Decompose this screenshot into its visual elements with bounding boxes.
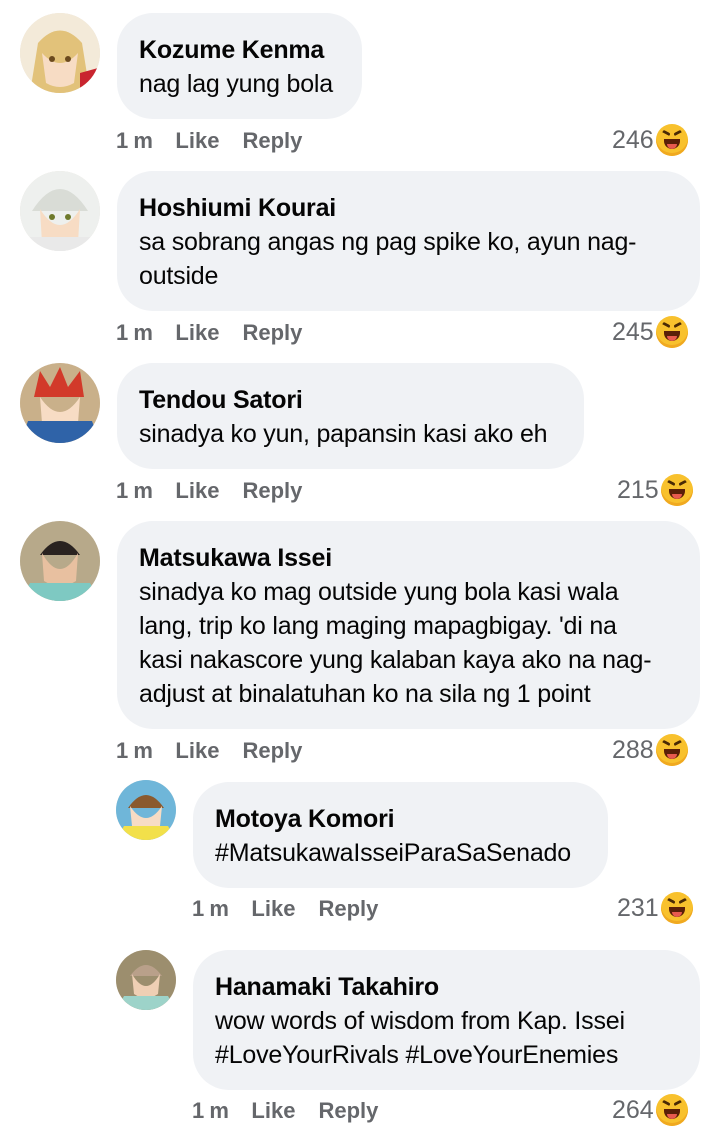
like-button[interactable]: Like [251, 1098, 295, 1124]
commenter-name[interactable]: Kozume Kenma [139, 33, 340, 67]
comment-actions: 1 m Like Reply [116, 738, 302, 764]
avatar[interactable] [116, 780, 176, 840]
reaction-count[interactable]: 288 [612, 734, 688, 766]
comment-actions: 1 m Like Reply [116, 128, 302, 154]
comment-text: adjust at binalatuhan ko na sila ng 1 po… [139, 680, 591, 708]
timestamp[interactable]: 1 m [116, 320, 153, 346]
avatar[interactable] [20, 363, 100, 443]
like-button[interactable]: Like [175, 128, 219, 154]
reply-button[interactable]: Reply [242, 128, 302, 154]
comment-text: nag lag yung bola [139, 70, 333, 98]
reaction-count[interactable]: 245 [612, 316, 688, 348]
reaction-count[interactable]: 264 [612, 1094, 688, 1126]
like-button[interactable]: Like [251, 896, 295, 922]
like-button[interactable]: Like [175, 320, 219, 346]
reply-bubble: Motoya Komori #MatsukawaIsseiParaSaSenad… [193, 782, 608, 888]
comment-bubble: Kozume Kenma nag lag yung bola [117, 13, 362, 119]
avatar[interactable] [20, 171, 100, 251]
timestamp[interactable]: 1 m [116, 478, 153, 504]
comment-actions: 1 m Like Reply [116, 478, 302, 504]
commenter-name[interactable]: Tendou Satori [139, 383, 562, 417]
commenter-name[interactable]: Motoya Komori [215, 802, 586, 836]
reaction-number: 288 [612, 735, 654, 764]
reply-button[interactable]: Reply [242, 320, 302, 346]
haha-emoji-icon [655, 1094, 688, 1126]
commenter-name[interactable]: Hanamaki Takahiro [215, 970, 678, 1004]
reaction-number: 215 [617, 475, 659, 504]
comment-text: sinadya ko yun, papansin kasi ako eh [139, 420, 548, 448]
reaction-count[interactable]: 246 [612, 124, 688, 156]
reaction-number: 264 [612, 1095, 654, 1124]
reply-bubble: Hanamaki Takahiro wow words of wisdom fr… [193, 950, 700, 1090]
reaction-count[interactable]: 231 [617, 892, 693, 924]
reaction-number: 246 [612, 125, 654, 154]
reaction-number: 231 [617, 893, 659, 922]
comment-text: sinadya ko mag outside yung bola kasi wa… [139, 578, 619, 606]
comment-actions: 1 m Like Reply [116, 320, 302, 346]
haha-emoji-icon [660, 892, 693, 924]
reply-button[interactable]: Reply [242, 478, 302, 504]
reply-button[interactable]: Reply [318, 1098, 378, 1124]
comment-text: sa sobrang angas ng pag spike ko, ayun n… [139, 228, 637, 256]
like-button[interactable]: Like [175, 478, 219, 504]
reply-button[interactable]: Reply [242, 738, 302, 764]
haha-emoji-icon [655, 734, 688, 766]
reaction-count[interactable]: 215 [617, 474, 693, 506]
comment-text: wow words of wisdom from Kap. Issei [215, 1007, 625, 1035]
timestamp[interactable]: 1 m [192, 1098, 229, 1124]
comment-text: lang, trip ko lang maging mapagbigay. 'd… [139, 612, 617, 640]
comment-bubble: Matsukawa Issei sinadya ko mag outside y… [117, 521, 700, 729]
comment-text: kasi nakascore yung kalaban kaya ako na … [139, 646, 652, 674]
timestamp[interactable]: 1 m [192, 896, 229, 922]
avatar[interactable] [20, 521, 100, 601]
like-button[interactable]: Like [175, 738, 219, 764]
commenter-name[interactable]: Hoshiumi Kourai [139, 191, 678, 225]
reply-button[interactable]: Reply [318, 896, 378, 922]
haha-emoji-icon [655, 316, 688, 348]
haha-emoji-icon [655, 124, 688, 156]
reaction-number: 245 [612, 317, 654, 346]
comment-actions: 1 m Like Reply [192, 896, 378, 922]
comment-text: outside [139, 262, 219, 290]
comment-text: #MatsukawaIsseiParaSaSenado [215, 839, 571, 867]
avatar[interactable] [116, 950, 176, 1010]
avatar[interactable] [20, 13, 100, 93]
haha-emoji-icon [660, 474, 693, 506]
comment-bubble: Hoshiumi Kourai sa sobrang angas ng pag … [117, 171, 700, 311]
commenter-name[interactable]: Matsukawa Issei [139, 541, 678, 575]
timestamp[interactable]: 1 m [116, 128, 153, 154]
comment-actions: 1 m Like Reply [192, 1098, 378, 1124]
comment-text: #LoveYourRivals #LoveYourEnemies [215, 1041, 619, 1069]
comment-bubble: Tendou Satori sinadya ko yun, papansin k… [117, 363, 584, 469]
timestamp[interactable]: 1 m [116, 738, 153, 764]
